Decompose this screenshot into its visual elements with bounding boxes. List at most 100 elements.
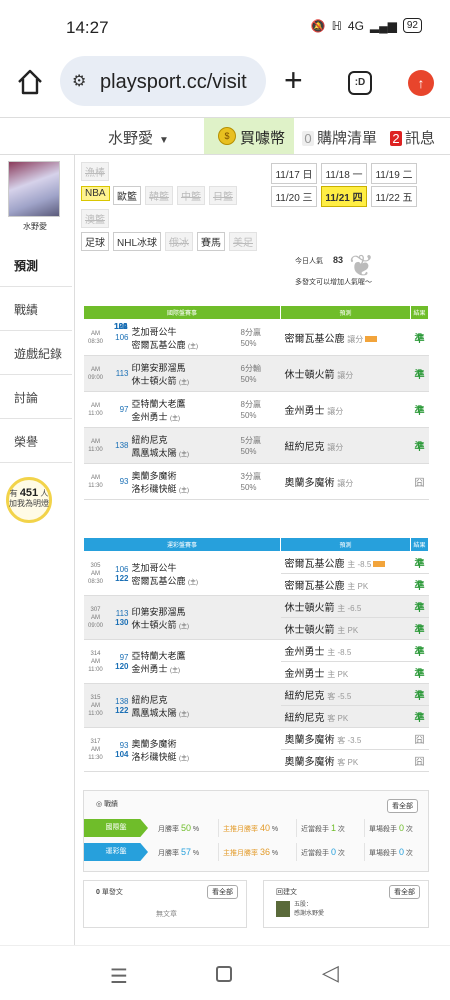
prediction[interactable]: 休士頓火箭 主 -6.5 (280, 595, 411, 618)
prediction[interactable]: 紐約尼克 客 -5.5 (280, 683, 411, 706)
category-chip[interactable]: 賽馬 (197, 232, 225, 251)
handicap: 8分贏 50% (240, 391, 281, 428)
cart-link[interactable]: 0 購牌清單 (302, 127, 377, 148)
home-team[interactable]: 休士頓火箭 (132, 620, 177, 630)
home-team[interactable]: 密爾瓦基公鹿 (132, 340, 186, 350)
predicted-team: 休士頓火箭 (284, 370, 335, 381)
back-icon[interactable]: ◁ (322, 960, 339, 986)
prediction[interactable]: 密爾瓦基公鹿 主 -8.5 (280, 551, 411, 574)
address-bar[interactable]: ⚙ playsport.cc/visit (60, 56, 266, 106)
buy-coins-button[interactable]: $ 買噱幣 (204, 118, 294, 154)
stat-value: 50 (180, 823, 191, 833)
prediction[interactable]: 金州勇士 主 PK (280, 661, 411, 684)
sidebar-item-record[interactable]: 戰績 (0, 287, 72, 331)
home-team-line: 洛杉磯快艇 (主) (132, 482, 241, 495)
date-tab[interactable]: 11/18 一 (321, 163, 367, 184)
team-numbers: 113 130 (107, 595, 132, 640)
game-number: 314 (90, 650, 101, 657)
predicted-team: 密爾瓦基公鹿 (284, 334, 345, 345)
game-number: 317 (90, 738, 101, 745)
matchup: 印第安那溜馬 休士頓火箭 (主) (131, 595, 281, 640)
away-team[interactable]: 印第安那溜馬 (132, 605, 281, 618)
prediction[interactable]: 奧蘭多魔術 客 -3.5 (280, 727, 411, 750)
category-chip[interactable]: 歐籃 (113, 186, 141, 205)
prediction[interactable]: 紐約尼克 讓分 (280, 427, 411, 464)
away-team[interactable]: 紐約尼克 (132, 693, 281, 706)
date-tab[interactable]: 11/17 日 (271, 163, 317, 184)
home-team[interactable]: 洛杉磯快艇 (132, 484, 177, 494)
prediction[interactable]: 密爾瓦基公鹿 讓分 (280, 319, 411, 356)
messages-link[interactable]: 2 訊息 (390, 127, 435, 148)
away-team[interactable]: 紐約尼克 (132, 433, 241, 446)
update-icon[interactable]: ↑ (408, 70, 434, 96)
prediction[interactable]: 金州勇士 讓分 (280, 391, 411, 428)
url-text[interactable]: playsport.cc/visit (100, 71, 260, 94)
stats-row-label: 運彩盤 (84, 843, 148, 861)
category-chip[interactable]: 俄冰 (165, 232, 193, 251)
home-team[interactable]: 密爾瓦基公鹿 (132, 576, 186, 586)
home-team[interactable]: 金州勇士 (132, 664, 168, 674)
category-chip[interactable]: 日籃 (209, 186, 237, 205)
date-tab-selected[interactable]: 11/21 四 (321, 186, 367, 207)
avatar[interactable] (8, 161, 60, 217)
category-chip[interactable]: 美足 (229, 232, 257, 251)
prediction[interactable]: 密爾瓦基公鹿 主 PK (280, 573, 411, 596)
away-team[interactable]: 亞特蘭大老鷹 (132, 649, 281, 662)
replies-title: 回建文 (276, 889, 297, 896)
date-tab[interactable]: 11/22 五 (371, 186, 417, 207)
home-team[interactable]: 鳳凰城太陽 (132, 708, 177, 718)
game-time: AM 11:00 (83, 391, 108, 428)
away-team[interactable]: 奧蘭多魔術 (132, 469, 241, 482)
home-team[interactable]: 休士頓火箭 (132, 376, 177, 386)
posts-more-button[interactable]: 看全部 (207, 885, 238, 899)
prediction[interactable]: 休士頓火箭 讓分 (280, 355, 411, 392)
reply-avatar[interactable] (276, 901, 290, 917)
prediction[interactable]: 奧蘭多魔術 客 PK (280, 749, 411, 772)
daily-visits: 今日人氣 83 (295, 255, 343, 266)
home-team[interactable]: 鳳凰城太陽 (132, 448, 177, 458)
date-tab[interactable]: 11/20 三 (271, 186, 317, 207)
category-chip[interactable]: 韓籃 (145, 186, 173, 205)
prediction-type: 讓分 (337, 371, 354, 380)
recents-icon[interactable]: ☰ (110, 964, 128, 989)
away-team[interactable]: 芝加哥公牛 (132, 561, 281, 574)
away-team[interactable]: 亞特蘭大老鷹 (132, 397, 241, 410)
category-chip[interactable]: 足球 (81, 232, 109, 251)
site-settings-icon[interactable]: ⚙ (72, 71, 86, 91)
user-menu[interactable]: 水野愛 ▼ (108, 127, 169, 148)
sidebar-item-game-log[interactable]: 遊戲紀錄 (0, 331, 72, 375)
category-chip-nba[interactable]: NBA (81, 186, 110, 201)
category-chip[interactable]: 澳籃 (81, 209, 109, 228)
away-number: 93 (119, 477, 129, 486)
away-team[interactable]: 芝加哥公牛 (132, 325, 241, 338)
category-chip[interactable]: NHL冰球 (113, 232, 162, 251)
handicap-percent: 50% (240, 410, 257, 420)
home-number: 122 (115, 705, 129, 715)
home-team[interactable]: 洛杉磯快艇 (132, 752, 177, 762)
sidebar-item-predictions[interactable]: 預測 (0, 243, 72, 287)
visits-label: 今日人氣 (295, 258, 323, 265)
prediction[interactable]: 奧蘭多魔術 讓分 (280, 463, 411, 500)
home-team-line: 金州勇士 (主) (132, 410, 241, 423)
bulb-followers-badge[interactable]: 有 451 人 加我為明燈 (6, 477, 52, 523)
stats-row-intl: 國際盤 月勝率 50 % 主推月勝率 40 % 近當殺手 1 次 單場殺手 0 … (84, 819, 430, 837)
home-button-icon[interactable] (216, 966, 232, 982)
category-chip[interactable]: 中籃 (177, 186, 205, 205)
reply-preview[interactable]: 五股： 感謝水野愛 (294, 901, 324, 919)
away-team[interactable]: 奧蘭多魔術 (132, 737, 281, 750)
home-team[interactable]: 金州勇士 (132, 412, 168, 422)
category-chip[interactable]: 漁棒 (81, 162, 109, 181)
new-tab-icon[interactable]: + (284, 62, 303, 99)
sidebar-item-discussion[interactable]: 討論 (0, 375, 72, 419)
tabs-icon[interactable]: :D (348, 71, 372, 95)
prediction[interactable]: 金州勇士 主 -8.5 (280, 639, 411, 662)
matchup: 紐約尼克 鳳凰城太陽 (主) (131, 427, 241, 464)
replies-more-button[interactable]: 看全部 (389, 885, 420, 899)
home-icon[interactable] (16, 68, 44, 96)
stats-more-button[interactable]: 看全部 (387, 799, 418, 813)
date-tab[interactable]: 11/19 二 (371, 163, 417, 184)
prediction[interactable]: 休士頓火箭 主 PK (280, 617, 411, 640)
prediction[interactable]: 紐約尼克 客 PK (280, 705, 411, 728)
sidebar-item-honors[interactable]: 榮譽 (0, 419, 72, 463)
away-team[interactable]: 印第安那溜馬 (132, 361, 241, 374)
